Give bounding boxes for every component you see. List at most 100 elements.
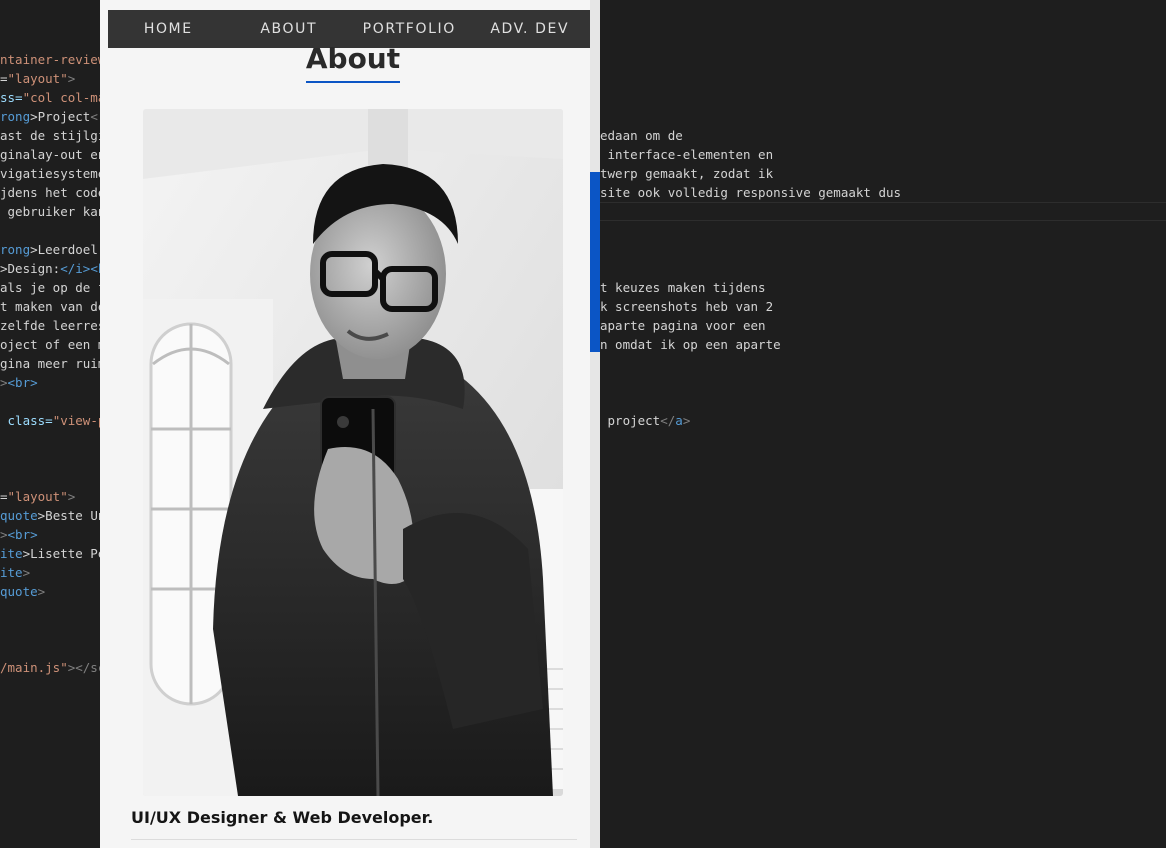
code-line: jdens het code	[0, 183, 100, 202]
code-line: quote>Beste Un	[0, 506, 100, 525]
code-line: ="layout">	[0, 487, 100, 506]
code-token: t keuzes maken tijdens	[600, 280, 766, 295]
code-token: vigatiesysteme	[0, 166, 100, 181]
code-line: rong>Project<	[0, 107, 100, 126]
code-token: ss=	[0, 90, 23, 105]
code-line: t keuzes maken tijdens	[600, 278, 1166, 297]
code-token: edaan om de	[600, 128, 683, 143]
code-line: class="view-p	[0, 411, 100, 430]
code-token: twerp gemaakt, zodat ik	[600, 166, 774, 181]
nav-link-adv-dev[interactable]: ADV. DEV	[470, 21, 591, 37]
code-line: ntainer-review	[0, 50, 100, 69]
code-token: ast de stijlgi	[0, 128, 100, 143]
code-line: gina meer ruim	[0, 354, 100, 373]
code-token: =	[0, 489, 8, 504]
code-token: /main.js"	[0, 660, 68, 675]
code-line: vigatiesysteme	[0, 164, 100, 183]
code-line: ="layout">	[0, 69, 100, 88]
code-line: als je op de f	[0, 278, 100, 297]
code-token: "layout"	[7, 71, 68, 86]
code-line: k screenshots heb van 2	[600, 297, 1166, 316]
code-line: ><br>	[0, 373, 100, 392]
code-line: ginalay-out en	[0, 145, 100, 164]
code-token: </i><b	[60, 261, 100, 276]
code-token: rong	[0, 242, 31, 257]
code-token: class=	[0, 413, 53, 428]
code-token: als je op de f	[0, 280, 100, 295]
code-token: <br>	[7, 375, 38, 390]
code-token: k screenshots heb van 2	[600, 299, 774, 314]
nav-link-home[interactable]: HOME	[108, 21, 229, 37]
code-token: ginalay-out en	[0, 147, 100, 162]
preview-scrollbar[interactable]	[590, 0, 600, 848]
code-token: gina meer ruim	[0, 356, 100, 371]
code-token: t maken van de	[0, 299, 100, 314]
code-token: zelfde leerres	[0, 318, 100, 333]
code-token: site ook volledig responsive gemaakt dus	[600, 185, 902, 200]
code-token: "view-p	[52, 413, 100, 428]
code-line: ite>	[0, 563, 100, 582]
code-line: project</a>	[600, 411, 1166, 430]
code-token: gebruiker kan	[0, 204, 100, 219]
divider	[131, 839, 577, 840]
code-token: "layout"	[7, 489, 68, 504]
code-line: n omdat ik op een aparte	[600, 335, 1166, 354]
code-token: ite	[0, 546, 23, 561]
code-token: <	[90, 109, 98, 124]
code-token: jdens het code	[0, 185, 100, 200]
code-token: >	[67, 489, 76, 504]
code-line: edaan om de	[600, 126, 1166, 145]
code-token: ite	[0, 565, 23, 580]
code-token: =	[0, 71, 8, 86]
code-token: quote	[0, 584, 38, 599]
code-line: t maken van de	[0, 297, 100, 316]
code-token: >Lisette Pe	[22, 546, 100, 561]
code-token: >Leerdoel	[30, 242, 98, 257]
code-token: <br>	[7, 527, 38, 542]
code-token: quote	[0, 508, 38, 523]
code-line: site ook volledig responsive gemaakt dus	[600, 183, 1166, 202]
code-token: project	[600, 413, 661, 428]
code-line: aparte pagina voor een	[600, 316, 1166, 335]
code-token: >Design:	[0, 261, 61, 276]
code-token: rong	[0, 109, 31, 124]
code-token: >	[0, 375, 8, 390]
profile-photo	[143, 109, 563, 796]
code-token: >	[22, 565, 31, 580]
nav-link-portfolio[interactable]: PORTFOLIO	[349, 21, 470, 37]
code-line: interface-elementen en	[600, 145, 1166, 164]
code-token: "col col-ma	[22, 90, 100, 105]
code-line: ast de stijlgi	[0, 126, 100, 145]
code-line: ite>Lisette Pe	[0, 544, 100, 563]
nav-link-about[interactable]: ABOUT	[229, 21, 350, 37]
code-line: quote>	[0, 582, 100, 601]
code-token: oject of een m	[0, 337, 100, 352]
code-line: ><br>	[0, 525, 100, 544]
code-token: </	[660, 413, 676, 428]
code-token: >	[682, 413, 691, 428]
code-line: twerp gemaakt, zodat ik	[600, 164, 1166, 183]
page-title: About	[305, 42, 401, 75]
scrollbar-thumb[interactable]	[590, 172, 600, 352]
code-token: >Beste Un	[37, 508, 100, 523]
browser-preview: HOME ABOUT PORTFOLIO ADV. DEV About UI/U…	[100, 0, 590, 848]
code-token: a	[675, 413, 683, 428]
code-token: n omdat ik op een aparte	[600, 337, 781, 352]
code-token: aparte pagina voor een	[600, 318, 766, 333]
code-token: >	[37, 584, 46, 599]
code-token: >	[0, 527, 8, 542]
code-token: ></sc	[67, 660, 100, 675]
code-line: gebruiker kan	[0, 202, 100, 221]
title-underline	[306, 81, 400, 83]
code-line: ss="col col-ma	[0, 88, 100, 107]
about-subtitle: UI/UX Designer & Web Developer.	[131, 808, 434, 827]
code-line: >Design:</i><b	[0, 259, 100, 278]
code-token: ntainer-review	[0, 52, 100, 67]
code-line: rong>Leerdoel	[0, 240, 100, 259]
code-line: /main.js"></sc	[0, 658, 100, 677]
editor-current-line-highlight	[600, 202, 1166, 221]
code-line: zelfde leerres	[0, 316, 100, 335]
code-token: interface-elementen en	[600, 147, 774, 162]
code-line: oject of een m	[0, 335, 100, 354]
code-token: >	[67, 71, 76, 86]
